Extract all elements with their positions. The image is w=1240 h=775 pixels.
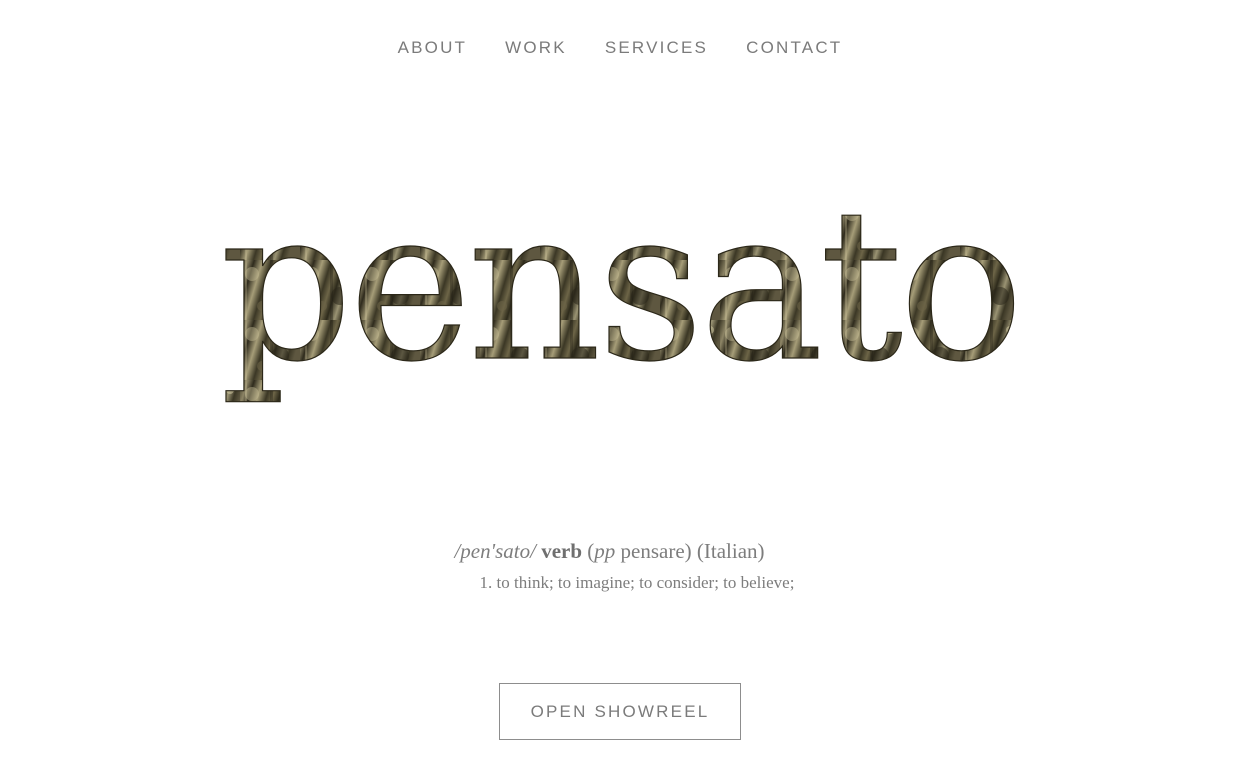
definition-headline: /pen'sato/ verb (pp pensare) (Italian) (0, 537, 1240, 565)
hero-wordmark-svg: pensato (219, 162, 1024, 408)
definition-origin: (pp pensare) (587, 539, 691, 563)
definition-sense-1: 1. to think; to imagine; to consider; to… (479, 573, 795, 592)
nav-about-link[interactable]: ABOUT (398, 36, 468, 60)
word-definition: /pen'sato/ verb (pp pensare) (Italian) 1… (0, 537, 1240, 594)
hero-wordmark: pensato (0, 140, 1240, 440)
main-nav: ABOUT WORK SERVICES CONTACT (0, 36, 1240, 60)
open-showreel-button[interactable]: OPEN SHOWREEL (499, 683, 741, 740)
definition-phonetic: /pen'sato/ (454, 539, 536, 563)
definition-root-word: pensare) (615, 539, 692, 563)
nav-contact-link[interactable]: CONTACT (746, 36, 842, 60)
definition-language: (Italian) (696, 539, 765, 563)
hero-word-text: pensato (220, 163, 1020, 408)
definition-pp-abbrev: pp (594, 539, 616, 563)
definition-part-of-speech: verb (541, 539, 583, 563)
nav-work-link[interactable]: WORK (505, 36, 567, 60)
nav-services-link[interactable]: SERVICES (605, 36, 708, 60)
